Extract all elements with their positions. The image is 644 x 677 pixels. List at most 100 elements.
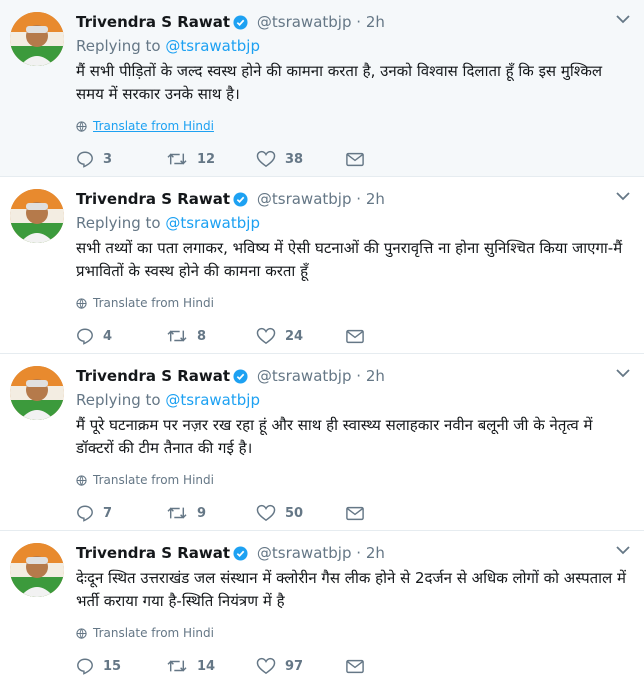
retweet-icon	[167, 153, 187, 165]
reply-icon	[77, 328, 93, 345]
reply-count: 4	[103, 328, 113, 344]
author-name[interactable]: Trivendra S Rawat	[76, 13, 230, 31]
like-count: 50	[285, 505, 304, 521]
like-count: 24	[285, 328, 304, 344]
retweet-icon	[167, 507, 187, 519]
separator-dot: ·	[356, 13, 362, 31]
retweet-count: 9	[197, 505, 207, 521]
timestamp[interactable]: 2h	[366, 13, 385, 31]
reply-button[interactable]: 4	[76, 327, 166, 345]
like-count: 38	[285, 151, 304, 167]
retweet-count: 8	[197, 328, 207, 344]
reply-button[interactable]: 7	[76, 504, 166, 522]
tweet-actions: 7 9 50	[76, 502, 624, 524]
chevron-down-icon[interactable]	[616, 545, 630, 555]
verified-badge-icon	[233, 369, 248, 384]
author-handle[interactable]: @tsrawatbjp	[257, 544, 352, 562]
envelope-icon	[346, 506, 364, 520]
translate-link[interactable]: Translate from Hindi	[76, 118, 624, 134]
chevron-down-icon[interactable]	[616, 191, 630, 201]
separator-dot: ·	[356, 367, 362, 385]
globe-icon	[76, 474, 87, 486]
author-name[interactable]: Trivendra S Rawat	[76, 190, 230, 208]
replying-to-link[interactable]: @tsrawatbjp	[165, 214, 260, 232]
reply-icon	[77, 505, 93, 522]
retweet-button[interactable]: 14	[166, 657, 256, 675]
like-button[interactable]: 38	[256, 150, 346, 168]
direct-message-button[interactable]	[346, 659, 364, 674]
timestamp[interactable]: 2h	[366, 544, 385, 562]
reply-count: 7	[103, 505, 113, 521]
author-name[interactable]: Trivendra S Rawat	[76, 367, 230, 385]
replying-to-link[interactable]: @tsrawatbjp	[165, 391, 260, 409]
globe-icon	[76, 297, 87, 309]
envelope-icon	[346, 659, 364, 673]
translate-label[interactable]: Translate from Hindi	[93, 118, 214, 134]
translate-link[interactable]: Translate from Hindi	[76, 625, 624, 641]
heart-icon	[256, 504, 276, 522]
replying-prefix: Replying to	[76, 214, 161, 232]
tweet[interactable]: Trivendra S Rawat @tsrawatbjp · 2h Reply…	[0, 0, 644, 177]
retweet-button[interactable]: 12	[166, 150, 256, 168]
avatar[interactable]	[10, 189, 64, 243]
avatar[interactable]	[10, 543, 64, 597]
tweet[interactable]: Trivendra S Rawat @tsrawatbjp · 2h Reply…	[0, 177, 644, 354]
translate-label[interactable]: Translate from Hindi	[93, 625, 214, 641]
replying-prefix: Replying to	[76, 391, 161, 409]
author-handle[interactable]: @tsrawatbjp	[257, 190, 352, 208]
translate-label[interactable]: Translate from Hindi	[93, 295, 214, 311]
tweet-text: देःदून स्थित उत्तराखंड जल संस्थान में क्…	[76, 569, 626, 610]
tweet-text: मैं सभी पीड़ितों के जल्द स्वस्थ होने की …	[76, 62, 603, 103]
like-button[interactable]: 97	[256, 657, 346, 675]
author-name[interactable]: Trivendra S Rawat	[76, 544, 230, 562]
replying-to: Replying to @tsrawatbjp	[76, 36, 624, 56]
direct-message-button[interactable]	[346, 506, 364, 521]
author-handle[interactable]: @tsrawatbjp	[257, 367, 352, 385]
separator-dot: ·	[356, 190, 362, 208]
tweet-actions: 3 12 38	[76, 148, 624, 170]
avatar[interactable]	[10, 12, 64, 66]
like-count: 97	[285, 658, 304, 674]
timestamp[interactable]: 2h	[366, 190, 385, 208]
reply-count: 3	[103, 151, 113, 167]
avatar[interactable]	[10, 366, 64, 420]
verified-badge-icon	[233, 546, 248, 561]
separator-dot: ·	[356, 544, 362, 562]
chevron-down-icon[interactable]	[616, 368, 630, 378]
direct-message-button[interactable]	[346, 152, 364, 167]
envelope-icon	[346, 329, 364, 343]
like-button[interactable]: 24	[256, 327, 346, 345]
replying-to: Replying to @tsrawatbjp	[76, 390, 624, 410]
author-handle[interactable]: @tsrawatbjp	[257, 13, 352, 31]
retweet-button[interactable]: 9	[166, 504, 256, 522]
tweet-actions: 4 8 24	[76, 325, 624, 347]
envelope-icon	[346, 152, 364, 166]
heart-icon	[256, 657, 276, 675]
retweet-button[interactable]: 8	[166, 327, 256, 345]
translate-link[interactable]: Translate from Hindi	[76, 472, 624, 488]
reply-count: 15	[103, 658, 122, 674]
translate-label[interactable]: Translate from Hindi	[93, 472, 214, 488]
replying-prefix: Replying to	[76, 37, 161, 55]
retweet-count: 12	[197, 151, 216, 167]
reply-button[interactable]: 3	[76, 150, 166, 168]
tweet[interactable]: Trivendra S Rawat @tsrawatbjp · 2h देःदू…	[0, 531, 644, 675]
timestamp[interactable]: 2h	[366, 367, 385, 385]
globe-icon	[76, 120, 87, 132]
retweet-icon	[167, 330, 187, 342]
chevron-down-icon[interactable]	[616, 14, 630, 24]
reply-button[interactable]: 15	[76, 657, 166, 675]
translate-link[interactable]: Translate from Hindi	[76, 295, 624, 311]
direct-message-button[interactable]	[346, 329, 364, 344]
replying-to-link[interactable]: @tsrawatbjp	[165, 37, 260, 55]
tweet-actions: 15 14 97	[76, 655, 624, 677]
globe-icon	[76, 627, 87, 639]
replying-to: Replying to @tsrawatbjp	[76, 213, 624, 233]
tweet-text: मैं पूरे घटनाक्रम पर नज़र रख रहा हूं और …	[76, 416, 593, 457]
tweet[interactable]: Trivendra S Rawat @tsrawatbjp · 2h Reply…	[0, 354, 644, 531]
verified-badge-icon	[233, 192, 248, 207]
reply-icon	[77, 151, 93, 168]
reply-icon	[77, 658, 93, 675]
like-button[interactable]: 50	[256, 504, 346, 522]
retweet-icon	[167, 660, 187, 672]
